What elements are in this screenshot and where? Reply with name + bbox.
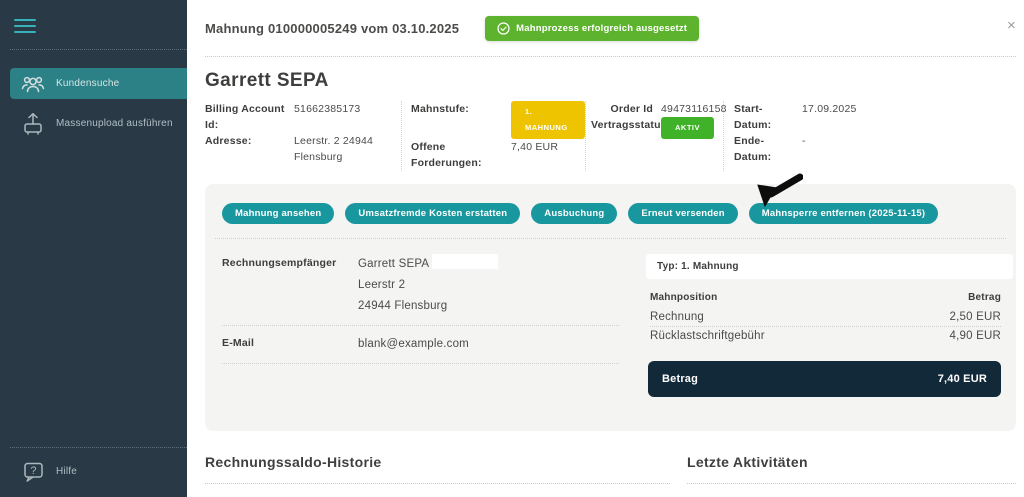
close-icon[interactable]: ×	[1007, 18, 1016, 33]
column-betrag: Betrag	[968, 292, 1001, 303]
total-amount: 7,40 EUR	[938, 373, 987, 385]
field-value: AKTIV	[653, 117, 727, 139]
success-toast: Mahnprozess erfolgreich ausgesetzt	[485, 16, 699, 41]
bottom-section: Rechnungssaldo-Historie Vorgang Soll Hab…	[205, 454, 1016, 497]
mahnung-card: Typ: 1. Mahnung Mahnposition Betrag Rech…	[646, 254, 1013, 397]
info-group-dates: Start-Datum: 17.09.2025 Ende-Datum: -	[723, 101, 857, 171]
customer-info: Billing Account Id: 51662385173 Adresse:…	[205, 101, 1016, 171]
users-icon	[10, 73, 56, 95]
field-label: Start-Datum:	[734, 101, 794, 133]
svg-text:?: ?	[30, 465, 36, 477]
field-label: Adresse:	[205, 133, 286, 165]
annotation-arrow-icon	[751, 171, 803, 215]
activities-section: Letzte Aktivitäten	[687, 454, 1016, 497]
history-title: Rechnungssaldo-Historie	[205, 454, 670, 470]
check-circle-icon	[497, 22, 510, 35]
sidebar-item-label: Hilfe	[56, 466, 77, 477]
mahnung-detail-panel: Mahnung ansehen Umsatzfremde Kosten erst…	[205, 184, 1016, 431]
history-section: Rechnungssaldo-Historie Vorgang Soll Hab…	[205, 454, 670, 497]
sidebar-bottom: ? Hilfe	[0, 435, 187, 497]
sidebar-item-label: Massenupload ausführen	[56, 118, 173, 129]
field-label: Ende-Datum:	[734, 133, 794, 165]
position-name: Rechnung	[650, 311, 704, 323]
mahnung-ansehen-button[interactable]: Mahnung ansehen	[222, 203, 334, 224]
recipient-name: Garrett SEPA	[358, 258, 429, 270]
upload-icon	[10, 111, 56, 137]
field-value: -	[794, 133, 857, 165]
erneut-versenden-button[interactable]: Erneut versenden	[628, 203, 737, 224]
redaction-box	[432, 254, 498, 269]
info-group-order: Order Id 49473116158 Vertragsstatus: AKT…	[585, 101, 723, 171]
recipient-label: Rechnungsempfänger	[222, 254, 358, 317]
field-label: Billing Account Id:	[205, 101, 286, 133]
sidebar-item-kundensuche[interactable]: Kundensuche	[10, 68, 187, 99]
section-divider	[687, 483, 1016, 484]
ausbuchung-button[interactable]: Ausbuchung	[531, 203, 617, 224]
recipient-divider	[222, 363, 619, 364]
sidebar-item-hilfe[interactable]: ? Hilfe	[10, 456, 187, 487]
field-label: Vertragsstatus:	[591, 117, 653, 139]
info-group-account: Billing Account Id: 51662385173 Adresse:…	[205, 101, 401, 171]
position-amount: 2,50 EUR	[950, 311, 1001, 323]
section-divider	[205, 483, 670, 484]
sidebar-item-label: Kundensuche	[56, 78, 119, 89]
position-amount: 4,90 EUR	[950, 330, 1001, 342]
customer-name: Garrett SEPA	[205, 70, 1016, 92]
main-content: Mahnung 010000005249 vom 03.10.2025 Mahn…	[187, 0, 1024, 497]
field-value: 7,40 EUR	[503, 139, 585, 171]
recipient-city: 24944 Flensburg	[358, 296, 498, 317]
field-value: 51662385173	[286, 101, 401, 133]
mahnung-type: Typ: 1. Mahnung	[646, 254, 1013, 279]
field-label: Order Id	[591, 101, 653, 117]
recipient-section: Rechnungsempfänger Garrett SEPA Leerstr …	[222, 254, 619, 397]
field-value: Leerstr. 2 24944 Flensburg	[286, 133, 401, 165]
help-icon: ?	[10, 460, 56, 484]
field-value: 1. MAHNUNG	[503, 101, 585, 139]
email-label: E-Mail	[222, 334, 358, 355]
field-value: 17.09.2025	[794, 101, 857, 133]
position-name: Rücklastschriftgebühr	[650, 330, 765, 342]
toast-text: Mahnprozess erfolgreich ausgesetzt	[516, 23, 687, 34]
total-label: Betrag	[662, 373, 698, 385]
recipient-street: Leerstr 2	[358, 275, 498, 296]
sidebar-item-massenupload[interactable]: Massenupload ausführen	[10, 108, 187, 139]
email-value: blank@example.com	[358, 334, 469, 355]
sidebar-divider	[10, 447, 187, 448]
field-label: Offene Forderungen:	[411, 139, 503, 171]
sidebar: Kundensuche Massenupload ausführen ?	[0, 0, 187, 497]
page-header: Mahnung 010000005249 vom 03.10.2025 Mahn…	[205, 15, 1016, 41]
vertragsstatus-badge: AKTIV	[661, 117, 714, 139]
column-mahnposition: Mahnposition	[650, 292, 717, 303]
table-row: Rechnung 2,50 EUR	[650, 308, 1001, 327]
panel-body: Rechnungsempfänger Garrett SEPA Leerstr …	[205, 239, 1016, 397]
info-group-mahnung: Mahnstufe: 1. MAHNUNG Offene Forderungen…	[401, 101, 585, 171]
recipient-divider	[222, 325, 619, 326]
mahnposition-table: Mahnposition Betrag Rechnung 2,50 EUR Rü…	[650, 292, 1001, 345]
mahnstufe-badge: 1. MAHNUNG	[511, 101, 585, 139]
sidebar-divider	[10, 49, 187, 50]
action-button-row: Mahnung ansehen Umsatzfremde Kosten erst…	[205, 184, 1016, 224]
kosten-erstatten-button[interactable]: Umsatzfremde Kosten erstatten	[345, 203, 520, 224]
header-divider	[205, 56, 1016, 57]
page-title: Mahnung 010000005249 vom 03.10.2025	[205, 21, 459, 36]
table-row: Rücklastschriftgebühr 4,90 EUR	[650, 327, 1001, 345]
recipient-address: Garrett SEPA Leerstr 2 24944 Flensburg	[358, 254, 498, 317]
total-bar: Betrag 7,40 EUR	[648, 361, 1001, 397]
activities-title: Letzte Aktivitäten	[687, 454, 1016, 470]
menu-icon[interactable]	[14, 19, 36, 37]
field-value: 49473116158	[653, 101, 727, 117]
field-label: Mahnstufe:	[411, 101, 503, 139]
sidebar-nav: Kundensuche Massenupload ausführen	[0, 68, 187, 139]
